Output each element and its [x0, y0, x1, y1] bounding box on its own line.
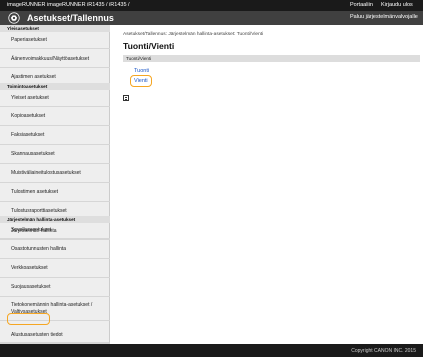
title-bar: Asetukset/Tallennus Paluu järjestelmänva…: [0, 11, 423, 25]
page-title: Tuonti/Vienti: [123, 41, 175, 51]
logout-link[interactable]: Kirjaudu ulos: [381, 2, 413, 8]
sidebar-item-device-management[interactable]: Tietokonemännin hallinta-asetukset / Val…: [0, 297, 110, 321]
sidebar-item-media-print[interactable]: Muistiväliaineitulostusasetukset: [0, 164, 110, 183]
section-header: Tuonti/Vienti: [123, 55, 420, 62]
sidebar-item-paper[interactable]: Paperiasetukset: [0, 32, 110, 49]
back-to-admin-link[interactable]: Paluu järjestelmänvalvojalle: [350, 14, 418, 20]
export-link[interactable]: Vienti: [134, 78, 148, 84]
sidebar-item-common[interactable]: Yleiset asetukset: [0, 90, 110, 107]
sidebar-item-system-management[interactable]: Järjestelmän hallinta: [0, 223, 110, 240]
document-icon[interactable]: [123, 95, 129, 101]
import-link[interactable]: Tuonti: [134, 68, 149, 74]
sidebar-item-printer[interactable]: Tulostimen asetukset: [0, 183, 110, 202]
sidebar-section-function: Toimintoasetukset: [0, 83, 110, 90]
sidebar-item-security[interactable]: Suojausasetukset: [0, 278, 110, 297]
portal-link[interactable]: Portaaliin: [350, 2, 373, 8]
sidebar-item-volume-display[interactable]: Äänenvoimakkuus/Näyttöasetukset: [0, 50, 110, 68]
footer: Copyright CANON INC. 2015: [0, 344, 423, 357]
device-name: imageRUNNER imageRUNNER iR1435 / iR1435 …: [7, 2, 130, 8]
top-bar: imageRUNNER imageRUNNER iR1435 / iR1435 …: [0, 0, 423, 11]
sidebar-item-initialization[interactable]: Alustusasetusten tiedot: [0, 327, 110, 343]
sidebar-section-management: Järjestelmän hallinta-asetukset: [0, 216, 110, 223]
sidebar-item-scan[interactable]: Skannausasetukset: [0, 145, 110, 164]
breadcrumb: Asetukset/Tallennus: Järjestelmän hallin…: [123, 32, 264, 37]
sidebar-item-network[interactable]: Verkkoasetukset: [0, 259, 110, 278]
gear-icon: [8, 12, 20, 24]
sidebar-item-copy[interactable]: Kopioasetukset: [0, 107, 110, 126]
page-header-title: Asetukset/Tallennus: [27, 13, 114, 23]
sidebar-section-general: Yleisasetukset: [0, 25, 110, 32]
main-content: Asetukset/Tallennus: Järjestelmän hallin…: [110, 25, 423, 344]
sidebar: Yleisasetukset Paperiasetukset Äänenvoim…: [0, 25, 110, 344]
copyright-text: Copyright CANON INC. 2015: [351, 348, 416, 354]
sidebar-item-fax[interactable]: Faksiasetukset: [0, 126, 110, 145]
sidebar-item-department-id[interactable]: Osastotunnusten hallinta: [0, 240, 110, 259]
